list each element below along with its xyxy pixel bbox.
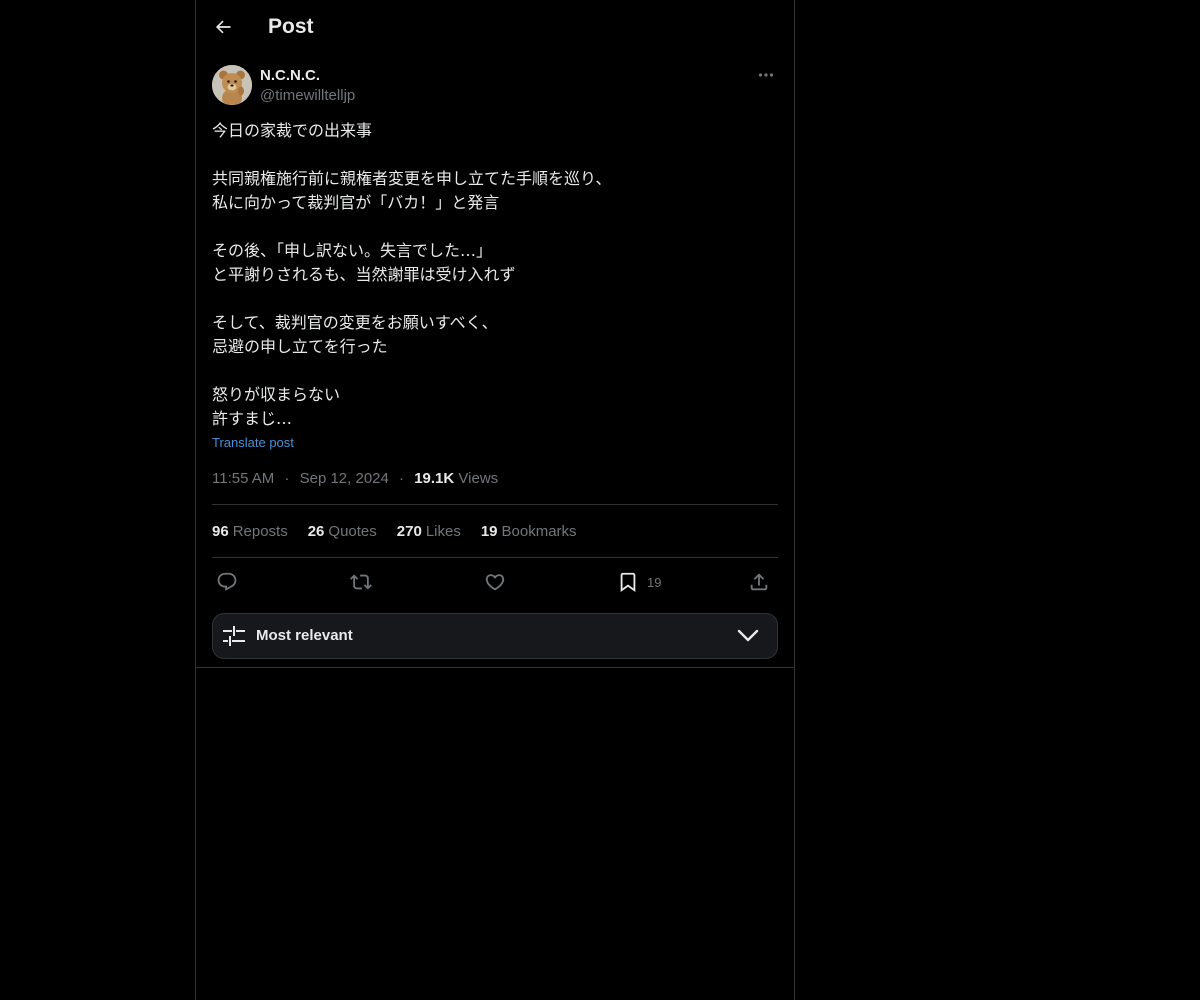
reply-sort-dropdown[interactable]: Most relevant	[212, 613, 778, 659]
more-dots-icon	[758, 73, 774, 77]
divider	[212, 557, 778, 558]
repost-icon	[350, 574, 372, 590]
stat-reposts[interactable]: 96 Reposts	[212, 522, 288, 542]
bookmark-button[interactable]: 19	[617, 568, 661, 596]
share-button[interactable]	[748, 568, 770, 596]
reply-icon	[217, 572, 237, 591]
stat-count: 19	[480, 523, 498, 540]
stat-bookmarks[interactable]: 19 Bookmarks	[481, 522, 577, 542]
author-handle[interactable]: @timewilltelljp	[260, 86, 355, 106]
post-text-line: と平謝りされるも、当然謝罪は受け入れず	[212, 265, 516, 284]
arrow-left-icon	[215, 20, 231, 34]
post-date[interactable]: Sep 12, 2024	[300, 470, 389, 487]
repost-button[interactable]	[350, 568, 372, 596]
post-text-line: 私に向かって裁判官が「バカ！」と発言	[212, 193, 500, 212]
stat-label: Reposts	[232, 523, 288, 540]
like-button[interactable]	[484, 568, 506, 596]
bookmark-icon	[620, 572, 636, 593]
stat-count: 96	[212, 523, 229, 540]
sort-label: Most relevant	[256, 627, 353, 644]
engagement-stats: 96 Reposts 26 Quotes 270 Likes 19 Bookmarks	[212, 522, 577, 542]
section-divider	[196, 667, 794, 668]
chevron-down-icon	[737, 629, 759, 642]
post-text-line	[212, 215, 778, 239]
stat-count: 26	[307, 523, 325, 540]
post-text: 今日の家裁での出来事 共同親権施行前に親権者変更を申し立てた手順を巡り、 私に向…	[212, 119, 778, 431]
post-text-line: 今日の家裁での出来事	[212, 121, 373, 140]
post-text-line: そして、裁判官の変更をお願いすべく、	[212, 313, 498, 332]
page-title: Post	[268, 15, 314, 38]
avatar[interactable]	[212, 65, 252, 105]
heart-icon	[485, 574, 505, 591]
stat-count: 270	[396, 523, 422, 540]
author-display-name[interactable]: N.C.N.C.	[260, 66, 320, 86]
more-options-button[interactable]	[754, 64, 778, 86]
views-label: Views	[458, 470, 499, 487]
post-text-line: 共同親権施行前に親権者変更を申し立てた手順を巡り、	[212, 169, 612, 188]
post-meta: 11:55 AM · Sep 12, 2024 · 19.1K Views	[212, 469, 498, 489]
post-text-line: 許すまじ…	[212, 409, 293, 428]
translate-post-link[interactable]: Translate post	[212, 434, 294, 452]
reply-button[interactable]	[216, 568, 238, 596]
back-button[interactable]	[207, 11, 239, 43]
main-column: Post N.C.N.C. @timewilltelljp 今日の家裁での出来事…	[195, 0, 795, 1000]
teddy-bear-avatar-icon	[212, 65, 252, 105]
stat-quotes[interactable]: 26 Quotes	[308, 522, 377, 542]
stat-label: Quotes	[328, 523, 377, 540]
post-text-line: 忌避の申し立てを行った	[212, 337, 388, 356]
divider	[212, 504, 778, 505]
post-text-line	[212, 143, 778, 167]
sliders-icon	[223, 626, 245, 646]
post-time[interactable]: 11:55 AM	[212, 470, 274, 487]
post-text-line: その後、「申し訳ない。失言でした…」	[212, 241, 493, 260]
post-author: N.C.N.C. @timewilltelljp	[212, 64, 778, 108]
bookmark-count: 19	[647, 574, 662, 590]
page-header: Post	[196, 0, 794, 54]
share-icon	[750, 573, 768, 591]
views-count: 19.1K	[414, 470, 455, 487]
meta-separator: ·	[399, 470, 405, 487]
stat-label: Bookmarks	[501, 523, 577, 540]
stat-likes[interactable]: 270 Likes	[397, 522, 461, 542]
action-bar: 19	[212, 568, 778, 596]
stat-label: Likes	[425, 523, 461, 540]
post-text-line: 怒りが収まらない	[212, 385, 341, 404]
post-text-line	[212, 359, 778, 383]
post-text-line	[212, 287, 778, 311]
meta-separator: ·	[284, 470, 290, 487]
